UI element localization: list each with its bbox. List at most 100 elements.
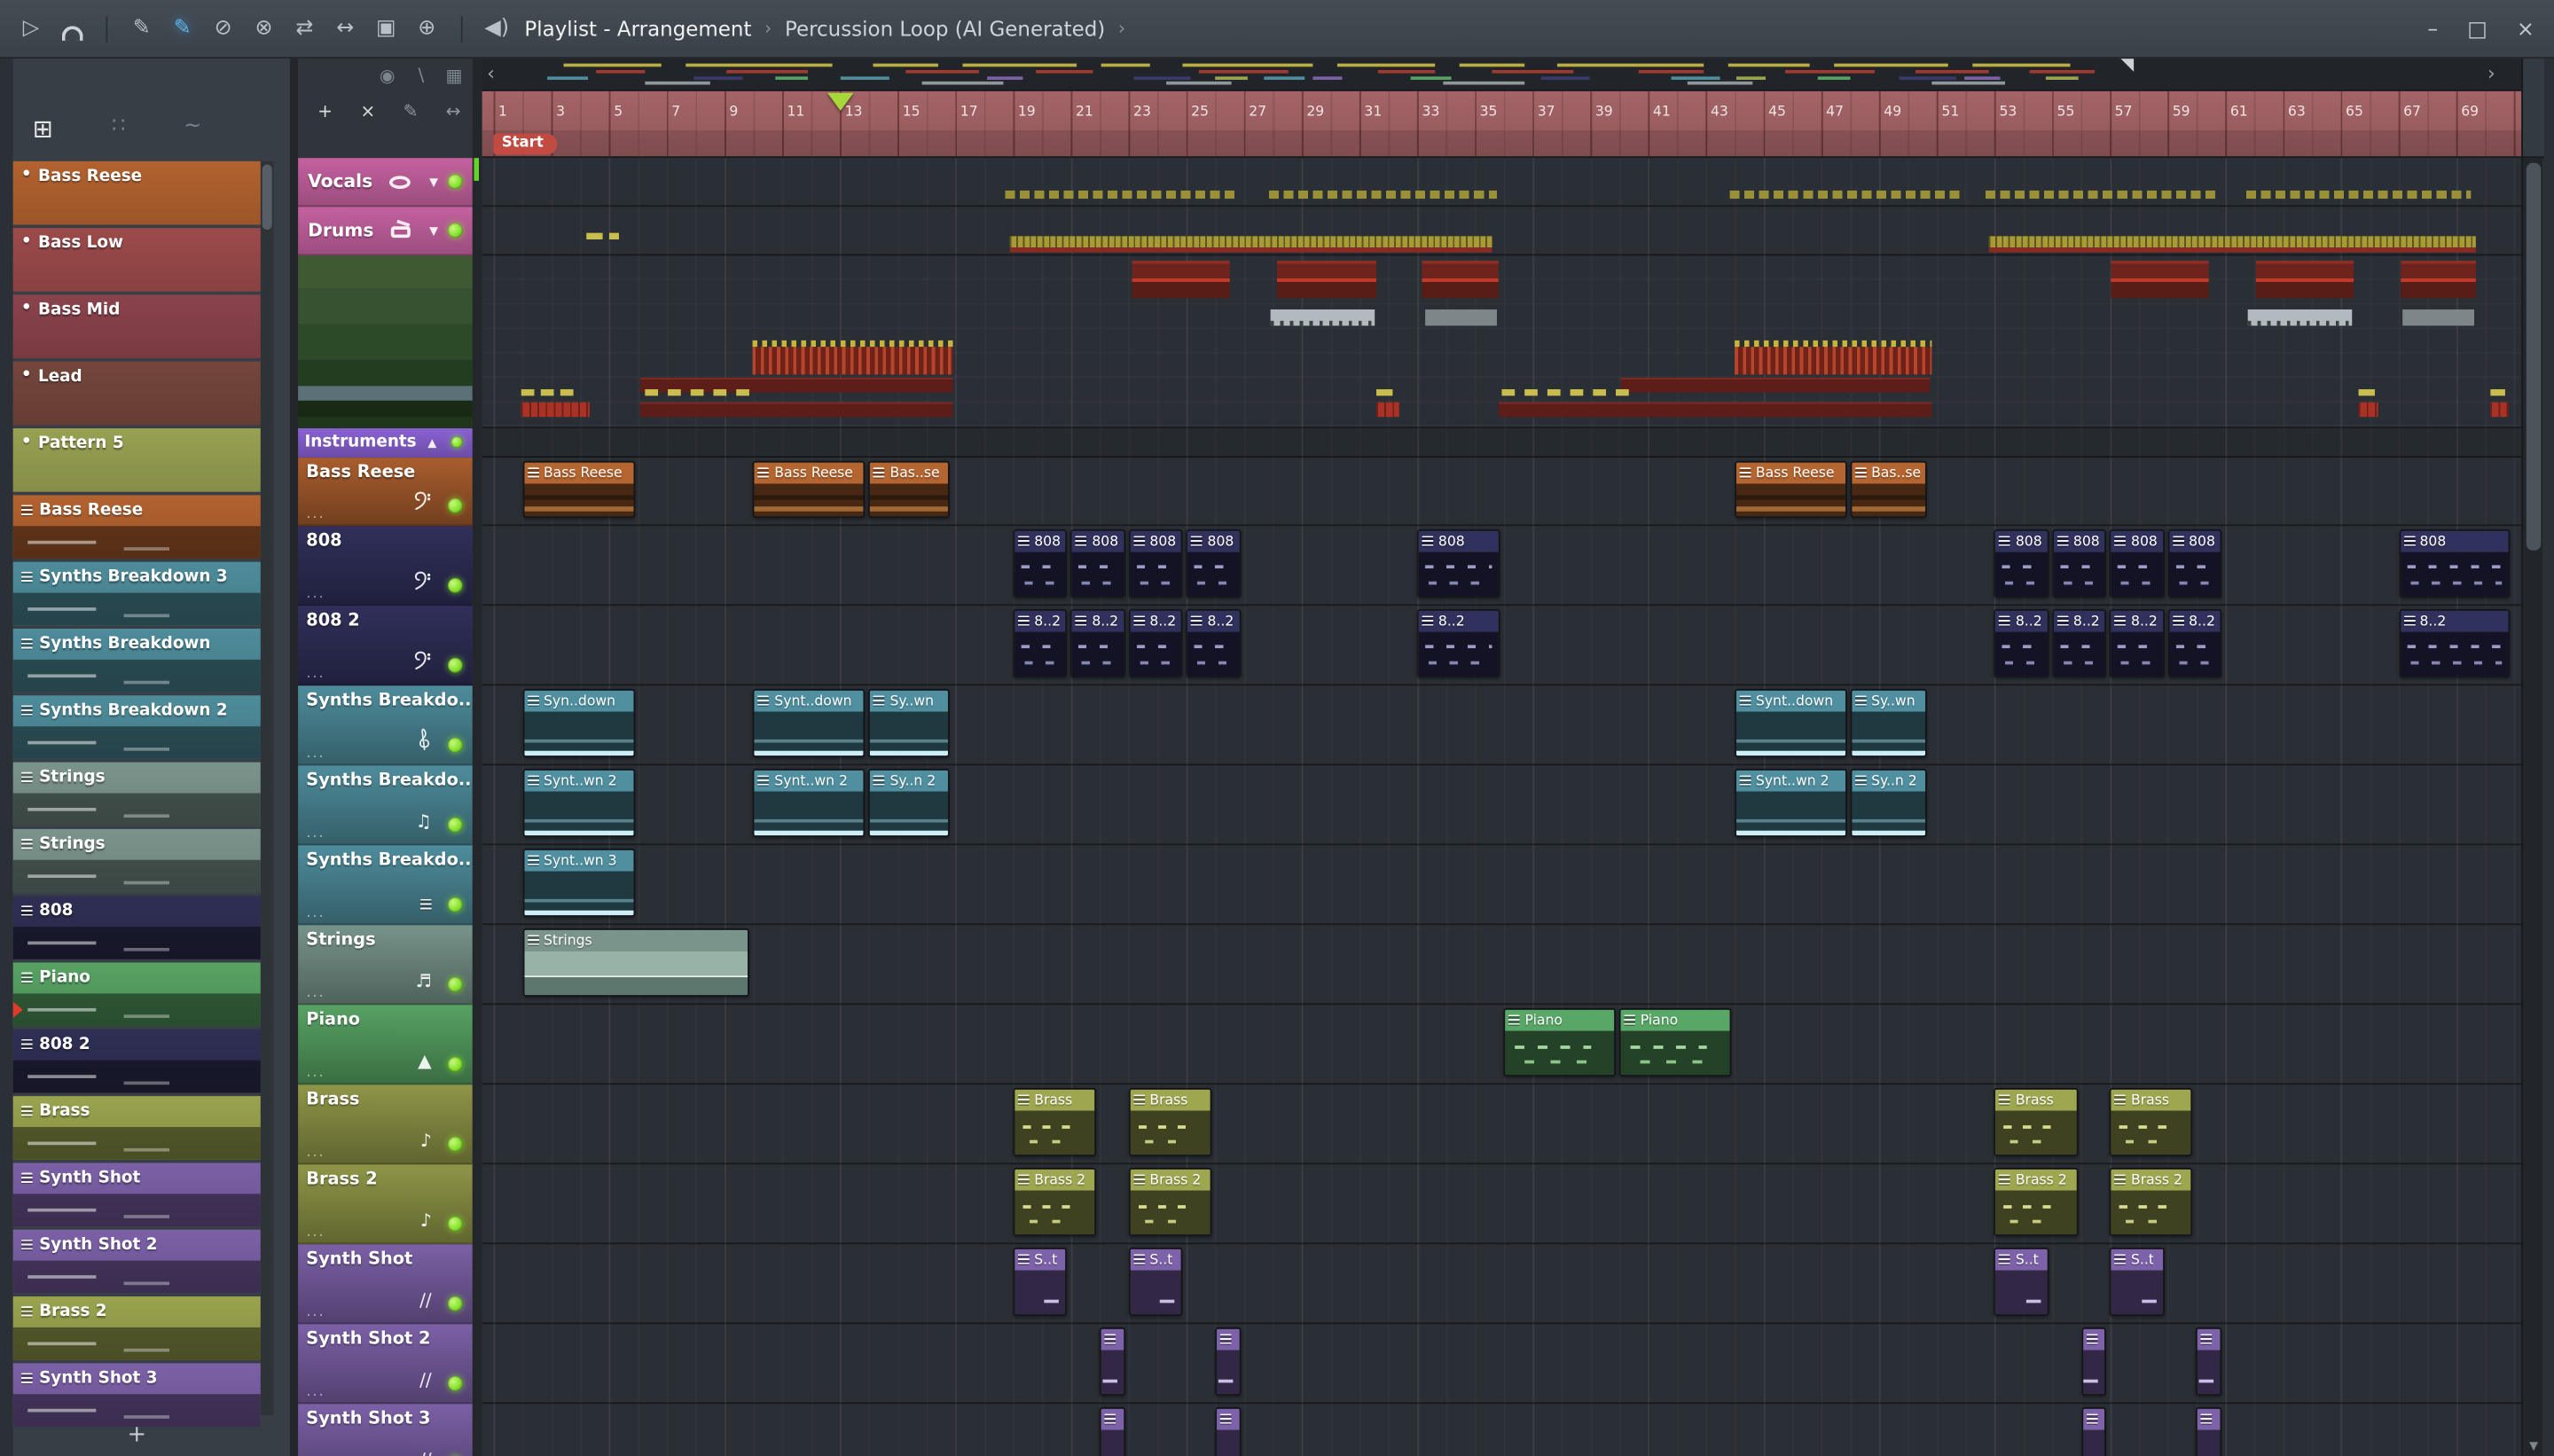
pattern-item[interactable]: • Pattern 5 [12,428,261,492]
mute-tool-icon[interactable]: ⊗ [246,11,281,46]
mini-clip-rblock[interactable] [1422,260,1499,299]
clip-808-2[interactable]: 8..2 [1994,608,2049,678]
navigator-left-icon[interactable]: ‹ [487,62,495,85]
vertical-scrollbar[interactable]: ▼ [2521,59,2544,1456]
clip-808-2[interactable]: 8..2 [2052,608,2107,678]
clip-strings[interactable]: Strings [522,928,750,998]
clip-synths-breakdown[interactable]: Synt..down [1735,688,1847,758]
mini-clip-ydash[interactable] [2490,388,2505,396]
track-header-808-2[interactable]: 808 2... [298,606,473,686]
clip-synth-shot[interactable]: S..t [1128,1247,1183,1317]
clip-synths-breakdown[interactable]: Sy..wn [868,688,950,758]
mini-clip-gblock[interactable] [1270,309,1375,326]
mini-clip-ydash[interactable] [736,388,749,396]
mini-clip-rblock[interactable] [2255,260,2354,299]
clip-808-2[interactable]: 8..2 [1186,608,1242,678]
mini-clip-ydash[interactable] [1593,388,1607,396]
pattern-item[interactable]: Synths Breakdown [12,628,261,693]
mini-clip-vstrip[interactable] [1005,190,1235,200]
pattern-item[interactable]: 808 2 [12,1029,261,1093]
pattern-item[interactable]: • Bass Reese [12,160,261,225]
pattern-item[interactable]: Synths Breakdown 2 [12,695,261,759]
clip-synth-shot-3[interactable] [2196,1406,2222,1456]
pattern-item[interactable]: Synth Shot 2 [12,1229,261,1294]
clip-synths-breakdown-3[interactable]: Synt..wn 3 [522,848,635,918]
track-grid-icon[interactable]: ▦ [446,65,463,86]
add-track-button[interactable]: + [317,101,333,122]
delete-track-button[interactable]: × [360,101,375,122]
mini-clip-tstrip[interactable] [1009,236,1492,248]
mute-led[interactable] [448,222,463,238]
mini-clip-gblock2[interactable] [1425,309,1497,326]
clip-bass-reese[interactable]: Bass Reese [1735,460,1847,519]
mute-led[interactable] [448,498,463,513]
pattern-item[interactable]: Strings [12,762,261,826]
pattern-item[interactable]: Brass 2 [12,1296,261,1360]
timeline-ruler[interactable]: Start 1 3 5 7 9 11 13 15 17 19 21 23 25 27 29 31 33 35 37 3… [482,90,2522,159]
mini-clip-ydash[interactable] [1616,388,1629,396]
mini-clip-mstrip[interactable] [639,402,953,418]
clip-synths-breakdown-2[interactable]: Sy..n 2 [868,768,950,838]
maximize-button[interactable]: □ [2467,17,2487,42]
mini-clip-rblock[interactable] [1276,260,1377,299]
mute-led[interactable] [448,1057,463,1072]
mini-clip-mstrip[interactable] [639,378,953,393]
pattern-item[interactable]: • Lead [12,361,261,426]
mini-clip-ydash[interactable] [1524,388,1538,396]
clip-synths-breakdown-2[interactable]: Synt..wn 2 [753,768,866,838]
mute-led[interactable] [448,1137,463,1152]
mini-clip-rstrip[interactable] [521,402,590,418]
mini-clip-ydash[interactable] [645,388,659,396]
edit-tracks-icon[interactable]: ✎ [403,101,418,122]
mini-clip-gblock[interactable] [2247,309,2353,326]
mini-clip-ydash[interactable] [2358,388,2375,396]
clip-brass-2[interactable]: Brass 2 [1013,1167,1097,1237]
mini-clip-ydash[interactable] [608,232,619,239]
mini-clip-ydash[interactable] [586,232,603,239]
mini-clip-rstrip[interactable] [2490,402,2509,418]
mini-clip-vstrip[interactable] [1729,190,1965,200]
scroll-down-icon[interactable]: ▼ [2523,1440,2544,1453]
clip-synth-shot-3[interactable] [2080,1406,2107,1456]
clip-piano[interactable]: Piano [1618,1007,1732,1077]
zoom-frame-icon[interactable]: ▣ [368,11,403,46]
navigator-right-icon[interactable]: › [2487,62,2495,85]
fl-logo-icon[interactable] [54,11,90,46]
playlist-grid[interactable]: Bass Reese Bass Reese Bas..se Bass Reese Bas… [482,158,2522,1456]
clip-bass-reese[interactable]: Bass Reese [753,460,866,519]
track-panel-divider[interactable] [472,59,482,1456]
mini-clip-vstrip[interactable] [1985,190,2215,200]
clip-synths-breakdown[interactable]: Syn..down [522,688,635,758]
clip-808-2[interactable]: 8..2 [2398,608,2511,678]
clip-808[interactable]: 808 [2167,528,2222,599]
track-header-brass[interactable]: Brass... ♪ [298,1084,473,1165]
clip-808-2[interactable]: 8..2 [1070,608,1125,678]
mini-clip-rblock[interactable] [2401,260,2476,299]
clip-synth-shot[interactable]: S..t [1994,1247,2049,1317]
mini-clip-vstrip[interactable] [1268,190,1497,200]
pattern-item[interactable]: Synth Shot [12,1162,261,1227]
mini-clip-rstrip[interactable] [2358,402,2378,418]
mini-clip-ystrip[interactable] [1735,340,1932,348]
picker-filter-icon[interactable]: ~ [184,114,201,144]
clip-brass[interactable]: Brass [1128,1087,1212,1157]
mini-clip-tstrip[interactable] [1988,236,2476,248]
delete-tool-icon[interactable]: ⊘ [205,11,240,46]
pattern-item[interactable]: 808 [12,896,261,959]
pattern-list-scrollbar[interactable] [260,160,274,1416]
mute-led[interactable] [448,738,463,753]
clip-synths-breakdown-2[interactable]: Synt..wn 2 [522,768,635,838]
clip-synth-shot-3[interactable] [1215,1406,1242,1456]
track-header-piano[interactable]: Piano... ▲ [298,1005,473,1085]
mini-clip-roll[interactable] [752,347,953,375]
pattern-item[interactable]: • Bass Mid [12,294,261,359]
mini-clip-vstrip[interactable] [2245,190,2472,200]
pattern-item[interactable]: Bass Reese [12,495,261,559]
clip-808[interactable]: 808 [1417,528,1500,599]
clip-808-2[interactable]: 8..2 [1417,608,1500,678]
clip-808[interactable]: 808 [1994,528,2049,599]
clip-808-2[interactable]: 8..2 [1013,608,1068,678]
clip-synth-shot-2[interactable] [2196,1327,2222,1397]
track-header-synths-breakdo-[interactable]: Synths Breakdo..... ♫ [298,765,473,846]
track-filter-icon[interactable]: ◉ [380,65,396,86]
